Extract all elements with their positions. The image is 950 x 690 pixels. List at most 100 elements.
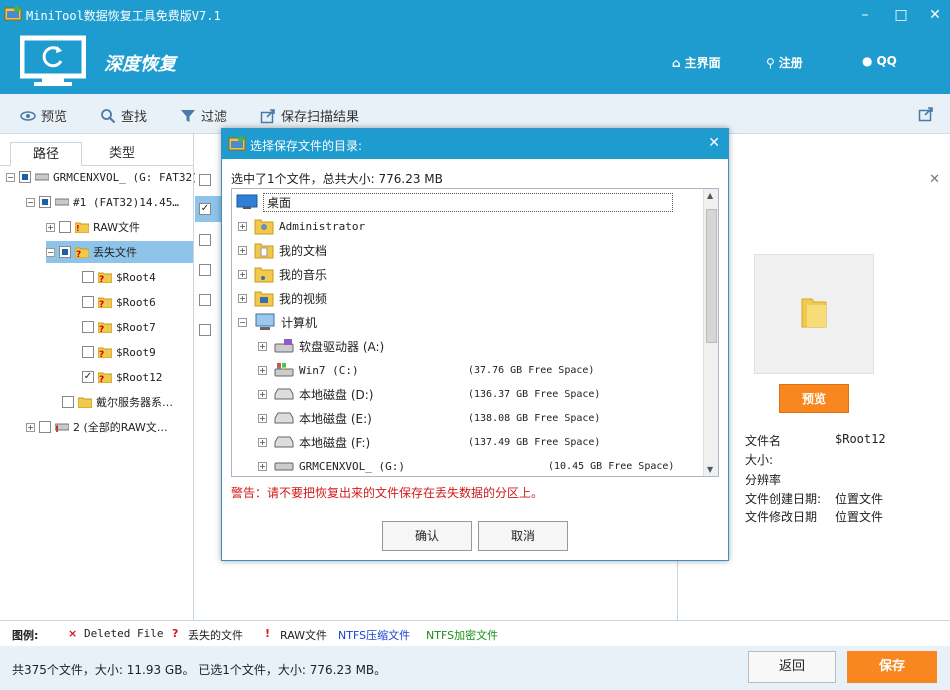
- lost-folder-icon: ?: [98, 297, 112, 308]
- preview-button[interactable]: 预览: [20, 106, 67, 125]
- desktop-icon: [236, 194, 258, 209]
- folder-icon: [801, 298, 827, 328]
- video-folder-icon: [254, 291, 274, 307]
- expand-icon[interactable]: +: [258, 365, 267, 375]
- share-icon[interactable]: [918, 106, 934, 122]
- svg-text:?: ?: [76, 250, 81, 258]
- key-icon: ⚲: [766, 55, 775, 70]
- checkbox[interactable]: [59, 246, 71, 258]
- confirm-button[interactable]: 确认: [382, 521, 472, 551]
- register-link[interactable]: ⚲ 注册: [766, 54, 803, 71]
- save-button[interactable]: 保存: [847, 651, 937, 683]
- drive-node-g[interactable]: + GRMCENXVOL_ (G:): [258, 455, 405, 476]
- preview-file-button[interactable]: 预览: [779, 384, 849, 413]
- tree-node-root4[interactable]: ? $Root4: [82, 266, 156, 288]
- collapse-icon[interactable]: −: [238, 317, 247, 327]
- minimize-icon[interactable]: –: [856, 6, 874, 24]
- tab-type[interactable]: 类型: [86, 142, 158, 166]
- expand-icon[interactable]: +: [238, 293, 247, 303]
- tree-node-root7[interactable]: ? $Root7: [82, 316, 156, 338]
- tree-scrollbar[interactable]: ▲ ▼: [703, 189, 718, 476]
- dialog-close-icon[interactable]: ✕: [708, 135, 720, 151]
- folder-node-computer[interactable]: − 计算机: [238, 311, 317, 333]
- checkbox-checked[interactable]: ✓: [199, 203, 211, 215]
- checkbox[interactable]: [82, 296, 94, 308]
- tree-node-dell[interactable]: 戴尔服务器系…: [62, 391, 173, 413]
- checkbox[interactable]: [82, 346, 94, 358]
- legend-bar: 图例: × Deleted File ? 丢失的文件 ! RAW文件 NTFS压…: [0, 620, 950, 646]
- expand-icon[interactable]: +: [258, 341, 267, 351]
- expand-icon[interactable]: +: [258, 437, 267, 447]
- drive-node-c[interactable]: + Win7 (C:): [258, 359, 359, 381]
- lost-folder-icon: ?: [98, 272, 112, 283]
- checkbox[interactable]: [59, 221, 71, 233]
- collapse-icon[interactable]: −: [46, 247, 55, 257]
- drive-node-e[interactable]: + 本地磁盘 (E:): [258, 407, 372, 429]
- drive-node-a[interactable]: + 软盘驱动器 (A:): [258, 335, 384, 357]
- expand-icon[interactable]: +: [238, 269, 247, 279]
- checkbox[interactable]: [199, 264, 211, 276]
- hard-drive-icon: [274, 436, 294, 448]
- collapse-icon[interactable]: −: [6, 172, 15, 182]
- tree-node-partition-1[interactable]: − #1 (FAT32)14.45…: [26, 191, 179, 213]
- info-label-modified: 文件修改日期: [745, 510, 818, 524]
- tree-node-raw[interactable]: + ! RAW文件: [46, 216, 140, 238]
- expand-icon[interactable]: +: [258, 461, 267, 471]
- tree-node-root12[interactable]: ✓ ? $Root12: [82, 366, 162, 388]
- folder-node-desktop[interactable]: 桌面: [236, 191, 673, 213]
- select-all-checkbox[interactable]: [199, 174, 211, 186]
- tree-node-root6[interactable]: ? $Root6: [82, 291, 156, 313]
- warning-text: 警告：请不要把恢复出来的文件保存在丢失数据的分区上。: [231, 486, 544, 500]
- checkbox-checked[interactable]: ✓: [82, 371, 94, 383]
- tree-node-lost-files[interactable]: − ? 丢失文件: [46, 241, 193, 263]
- save-scan-button[interactable]: 保存扫描结果: [260, 106, 359, 125]
- checkbox[interactable]: [199, 294, 211, 306]
- header: 深度恢复 ⌂ 主界面 ⚲ 注册 ● QQ: [0, 30, 950, 94]
- checkbox[interactable]: [82, 321, 94, 333]
- close-preview-icon[interactable]: ✕: [929, 172, 940, 187]
- path-tree-pane: 路径 类型 − GRMCENXVOL_ (G: FAT32) − #1 (FAT…: [0, 134, 199, 620]
- qq-link[interactable]: ● QQ: [862, 54, 897, 68]
- expand-icon[interactable]: +: [238, 245, 247, 255]
- filter-button[interactable]: 过滤: [180, 106, 227, 125]
- expand-icon[interactable]: +: [238, 221, 247, 231]
- drive-node-d[interactable]: + 本地磁盘 (D:): [258, 383, 373, 405]
- expand-icon[interactable]: +: [26, 422, 35, 432]
- checkbox[interactable]: [199, 234, 211, 246]
- back-button[interactable]: 返回: [748, 651, 836, 683]
- scroll-down-icon[interactable]: ▼: [707, 465, 713, 474]
- checkbox[interactable]: [199, 324, 211, 336]
- drive-node-f[interactable]: + 本地磁盘 (F:): [258, 431, 370, 453]
- maximize-icon[interactable]: □: [892, 6, 910, 24]
- checkbox[interactable]: [19, 171, 31, 183]
- search-button[interactable]: 查找: [100, 106, 147, 125]
- folder-node-music[interactable]: + 我的音乐: [238, 263, 327, 285]
- folder-node-documents[interactable]: + 我的文档: [238, 239, 327, 261]
- legend-lost: 丢失的文件: [188, 629, 243, 642]
- tab-path[interactable]: 路径: [10, 142, 82, 166]
- expand-icon[interactable]: +: [46, 222, 55, 232]
- scrollbar-thumb[interactable]: [706, 209, 717, 343]
- tree-node-drive-g[interactable]: − GRMCENXVOL_ (G: FAT32): [6, 166, 199, 188]
- checkbox[interactable]: [39, 196, 51, 208]
- floppy-drive-icon: [274, 339, 294, 353]
- folder-node-videos[interactable]: + 我的视频: [238, 287, 327, 309]
- checkbox[interactable]: [62, 396, 74, 408]
- windows-drive-icon: [274, 363, 294, 377]
- folder-node-administrator[interactable]: + Administrator: [238, 215, 365, 237]
- cancel-button[interactable]: 取消: [478, 521, 568, 551]
- checkbox[interactable]: [39, 421, 51, 433]
- checkbox[interactable]: [82, 271, 94, 283]
- expand-icon[interactable]: +: [258, 389, 267, 399]
- scroll-up-icon[interactable]: ▲: [707, 191, 713, 200]
- tree-node-partition-2[interactable]: + ! 2 (全部的RAW文…: [26, 416, 168, 438]
- tree-node-root9[interactable]: ? $Root9: [82, 341, 156, 363]
- close-icon[interactable]: ✕: [926, 6, 944, 24]
- info-value-created: 位置文件: [835, 492, 884, 506]
- documents-folder-icon: [254, 243, 274, 259]
- collapse-icon[interactable]: −: [26, 197, 35, 207]
- expand-icon[interactable]: +: [258, 413, 267, 423]
- lost-folder-icon: ?: [98, 347, 112, 358]
- home-link[interactable]: ⌂ 主界面: [672, 54, 721, 71]
- svg-text:?: ?: [99, 300, 104, 308]
